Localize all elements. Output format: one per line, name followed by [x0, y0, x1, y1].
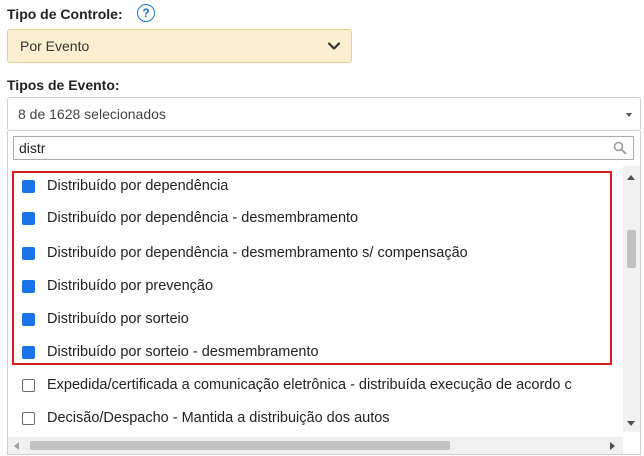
list-item-label: Distribuído por sorteio - desmembramento	[47, 344, 319, 360]
tipo-controle-select[interactable]: Por Evento	[7, 29, 352, 63]
list-item-label: Distribuído por dependência - desmembram…	[47, 245, 468, 261]
scroll-up-icon[interactable]	[627, 175, 635, 180]
help-icon[interactable]: ?	[137, 4, 155, 22]
scroll-left-icon[interactable]	[14, 442, 19, 450]
list-item[interactable]: Distribuído por sorteio - desmembramento	[22, 340, 319, 364]
scroll-down-icon[interactable]	[627, 421, 635, 426]
checkbox[interactable]	[22, 345, 35, 359]
list-item[interactable]: Expedida/certificada a comunicação eletr…	[22, 373, 572, 397]
checkbox[interactable]	[22, 246, 35, 260]
list-item-label: Decisão/Despacho - Mantida a distribuiçã…	[47, 410, 390, 426]
horizontal-scrollbar[interactable]	[8, 437, 623, 454]
tipo-controle-value: Por Evento	[20, 38, 90, 54]
checkbox[interactable]	[22, 279, 35, 293]
horizontal-scroll-thumb[interactable]	[30, 441, 450, 450]
checkbox[interactable]	[22, 378, 35, 392]
list-item-label: Distribuído por sorteio	[47, 311, 189, 327]
checkbox[interactable]	[22, 312, 35, 326]
list-item-label: Expedida/certificada a comunicação eletr…	[47, 377, 572, 393]
tipos-evento-multiselect[interactable]: 8 de 1628 selecionados	[7, 97, 641, 131]
list-item[interactable]: Distribuído por sorteio	[22, 307, 189, 331]
search-icon	[613, 141, 627, 160]
selection-highlight-box	[12, 171, 612, 365]
chevron-down-icon	[327, 39, 341, 58]
caret-down-icon	[626, 113, 632, 117]
scroll-right-icon[interactable]	[610, 442, 615, 450]
checkbox[interactable]	[22, 411, 35, 425]
list-item[interactable]: Decisão/Despacho - Mantida a distribuiçã…	[22, 406, 390, 430]
list-item[interactable]: Distribuído por dependência	[22, 174, 228, 198]
list-item[interactable]: Distribuído por prevenção	[22, 274, 213, 298]
selection-summary: 8 de 1628 selecionados	[18, 106, 166, 122]
vertical-scrollbar[interactable]	[623, 166, 640, 432]
list-item-label: Distribuído por prevenção	[47, 278, 214, 294]
list-item[interactable]: Distribuído por dependência - desmembram…	[22, 206, 358, 230]
search-box[interactable]	[13, 136, 634, 160]
tipos-evento-dropdown: Distribuído por dependência Distribuído …	[7, 131, 641, 455]
checkbox[interactable]	[22, 211, 35, 225]
list-item[interactable]: Distribuído por dependência - desmembram…	[22, 241, 468, 265]
tipo-controle-label: Tipo de Controle:	[7, 6, 123, 22]
search-input[interactable]	[19, 139, 599, 157]
list-item-label: Distribuído por dependência - desmembram…	[47, 210, 359, 226]
list-item-label: Distribuído por dependência	[47, 178, 229, 194]
tipos-evento-label: Tipos de Evento:	[7, 77, 120, 93]
vertical-scroll-thumb[interactable]	[627, 230, 636, 268]
checkbox[interactable]	[22, 179, 35, 193]
